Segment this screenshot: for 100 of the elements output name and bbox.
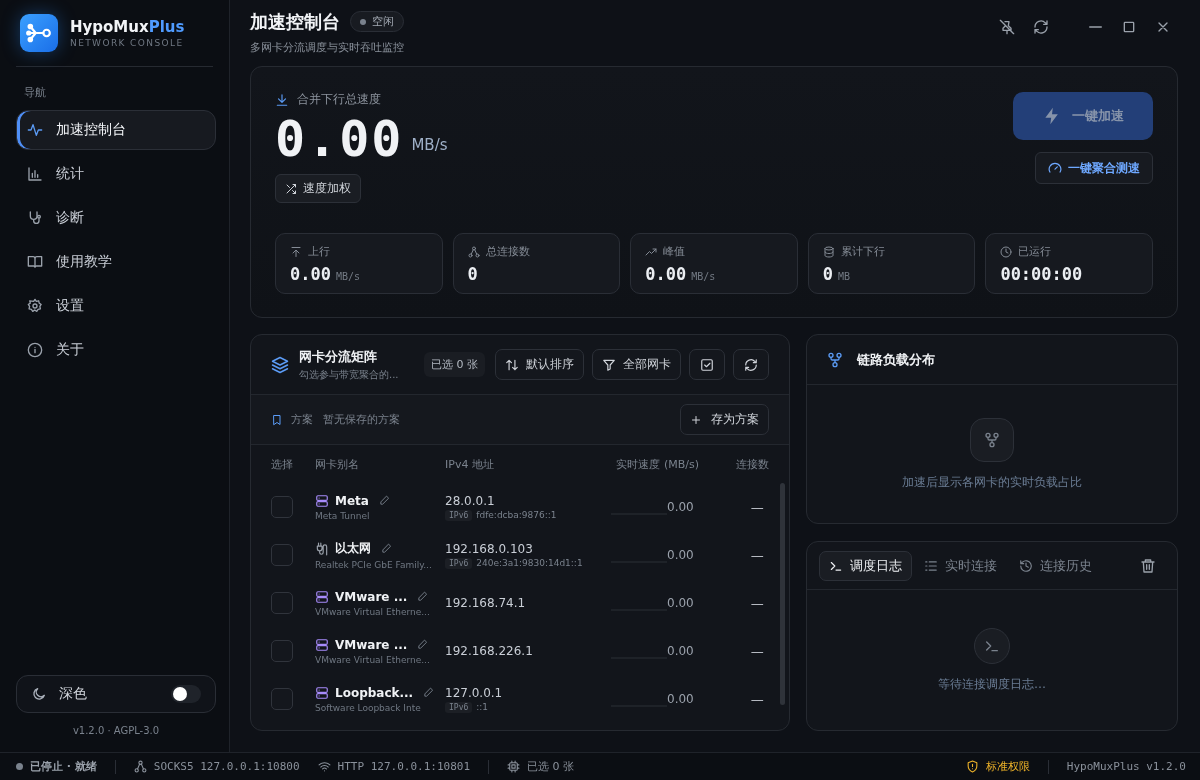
layers-icon bbox=[271, 355, 289, 374]
upload-icon bbox=[290, 245, 302, 258]
edit-button[interactable] bbox=[417, 591, 429, 602]
row-checkbox[interactable] bbox=[271, 640, 293, 662]
page-subtitle: 多网卡分流调度与实时吞吐监控 bbox=[250, 39, 404, 55]
list-icon bbox=[924, 558, 938, 573]
info-icon bbox=[27, 342, 43, 358]
chip-icon bbox=[507, 760, 520, 773]
scrollbar[interactable] bbox=[780, 483, 785, 705]
status-text: 已停止 · 就绪 bbox=[30, 759, 97, 774]
row-checkbox[interactable] bbox=[271, 496, 293, 518]
row-checkbox[interactable] bbox=[271, 688, 293, 710]
nav-item[interactable]: 诊断 bbox=[16, 198, 216, 238]
ipv6-address: ::1 bbox=[476, 702, 489, 712]
save-plan-button[interactable]: 存为方案 bbox=[680, 404, 769, 435]
app-subtitle: NETWORK CONSOLE bbox=[70, 38, 185, 48]
column-header: 选择 bbox=[271, 456, 294, 472]
column-header: 连接数 bbox=[735, 456, 769, 472]
adapter-description: Software Loopback Inte bbox=[315, 702, 422, 713]
nav-item[interactable]: 使用教学 bbox=[16, 242, 216, 282]
column-header: 网卡别名 bbox=[315, 456, 360, 472]
adapter-description: Realtek PCIe GbE Family... bbox=[315, 560, 433, 570]
sort-icon bbox=[505, 357, 519, 372]
speed-value: 0.00 bbox=[667, 548, 694, 562]
column-header: 实时速度 (MB/s) bbox=[615, 456, 700, 472]
permission-level: 标准权限 bbox=[985, 759, 1030, 774]
stat-value: 0.00 bbox=[290, 264, 331, 284]
version-text: v1.2.0 · AGPL-3.0 bbox=[71, 725, 161, 736]
pencil-icon bbox=[423, 687, 435, 698]
speed-label: 合并下行总速度 bbox=[297, 91, 381, 108]
speed-value: 0.00 bbox=[667, 596, 694, 610]
fork-icon bbox=[827, 351, 843, 368]
http-address: HTTP 127.0.0.1:10801 bbox=[337, 760, 470, 773]
stat-value: 0 bbox=[467, 264, 478, 284]
row-checkbox[interactable] bbox=[271, 544, 293, 566]
filter-icon bbox=[602, 357, 616, 372]
selected-count: 已选 0 张 bbox=[527, 759, 574, 774]
ipv4-address: 192.168.74.1 bbox=[445, 596, 527, 610]
minimize-icon bbox=[1088, 26, 1102, 28]
clock-icon bbox=[1000, 245, 1013, 258]
sort-button[interactable]: 默认排序 bbox=[495, 349, 584, 380]
refresh-button[interactable] bbox=[733, 349, 769, 380]
log-tab[interactable]: 调度日志 bbox=[819, 550, 912, 581]
log-tab[interactable]: 实时连接 bbox=[914, 550, 1007, 581]
stat-value: 00:00:00 bbox=[1000, 264, 1083, 284]
ipv6-tag: IPv6 bbox=[445, 509, 473, 521]
edit-button[interactable] bbox=[417, 639, 429, 650]
settings-icon bbox=[27, 298, 43, 314]
activity-icon bbox=[27, 122, 43, 138]
gauge-icon bbox=[1048, 161, 1062, 175]
bar-chart-icon bbox=[27, 166, 43, 182]
ipv4-address: 28.0.0.1 bbox=[445, 493, 496, 508]
weight-button[interactable]: 速度加权 bbox=[275, 174, 361, 203]
pencil-icon bbox=[417, 591, 429, 602]
app-name: HypoMuxPlus bbox=[70, 18, 185, 36]
adapter-description: VMware Virtual Etherne... bbox=[315, 654, 431, 665]
filter-button[interactable]: 全部网卡 bbox=[592, 349, 681, 380]
edit-button[interactable] bbox=[381, 543, 392, 554]
connection-count: — bbox=[749, 643, 765, 659]
shield-icon bbox=[965, 760, 979, 773]
stat-label: 累计下行 bbox=[840, 244, 885, 259]
theme-switch[interactable] bbox=[171, 685, 201, 703]
pin-off-icon bbox=[999, 19, 1015, 35]
nav-item[interactable]: 统计 bbox=[16, 154, 216, 194]
edit-button[interactable] bbox=[378, 495, 390, 506]
adapter-name: VMware ... bbox=[335, 637, 408, 652]
edit-button[interactable] bbox=[423, 687, 435, 698]
nav-item[interactable]: 加速控制台 bbox=[16, 110, 216, 150]
stat-label: 已运行 bbox=[1018, 244, 1052, 259]
stat-label: 峰值 bbox=[663, 244, 686, 259]
refresh-icon bbox=[1033, 19, 1049, 35]
row-checkbox[interactable] bbox=[271, 592, 293, 614]
adapter-name: Meta bbox=[335, 493, 369, 508]
ipv6-tag: IPv6 bbox=[445, 701, 473, 713]
server-icon bbox=[315, 589, 329, 604]
stat-unit: MB/s bbox=[691, 271, 716, 282]
shuffle-icon bbox=[285, 182, 297, 195]
log-tab[interactable]: 连接历史 bbox=[1009, 550, 1102, 581]
empty-message: 加速后显示各网卡的实时负载占比 bbox=[902, 473, 1082, 491]
ipv6-tag: IPv6 bbox=[445, 557, 473, 569]
adapter-name: 以太网 bbox=[335, 540, 371, 557]
connection-count: — bbox=[749, 547, 765, 563]
stat-unit: MB/s bbox=[335, 271, 361, 282]
stat-unit: MB bbox=[838, 271, 851, 282]
nav-item[interactable]: 设置 bbox=[16, 286, 216, 326]
ipv6-address: 240e:3a1:9830:14d1::1 bbox=[476, 558, 583, 568]
trash-icon bbox=[1140, 557, 1156, 574]
stat-value: 0.00 bbox=[645, 264, 687, 284]
nav-item[interactable]: 关于 bbox=[16, 330, 216, 370]
maximize-icon bbox=[1121, 19, 1137, 35]
connection-count: — bbox=[749, 499, 765, 515]
select-all-button[interactable] bbox=[689, 349, 725, 380]
speed-test-button[interactable]: 一键聚合测速 bbox=[1035, 152, 1153, 184]
plans-label: 方案 bbox=[291, 412, 313, 427]
download-icon bbox=[275, 92, 289, 107]
column-header: IPv4 地址 bbox=[445, 456, 495, 472]
ipv6-address: fdfe:dcba:9876::1 bbox=[476, 510, 557, 520]
book-icon bbox=[27, 254, 43, 270]
database-icon bbox=[822, 245, 835, 258]
fork-icon bbox=[984, 431, 1000, 448]
